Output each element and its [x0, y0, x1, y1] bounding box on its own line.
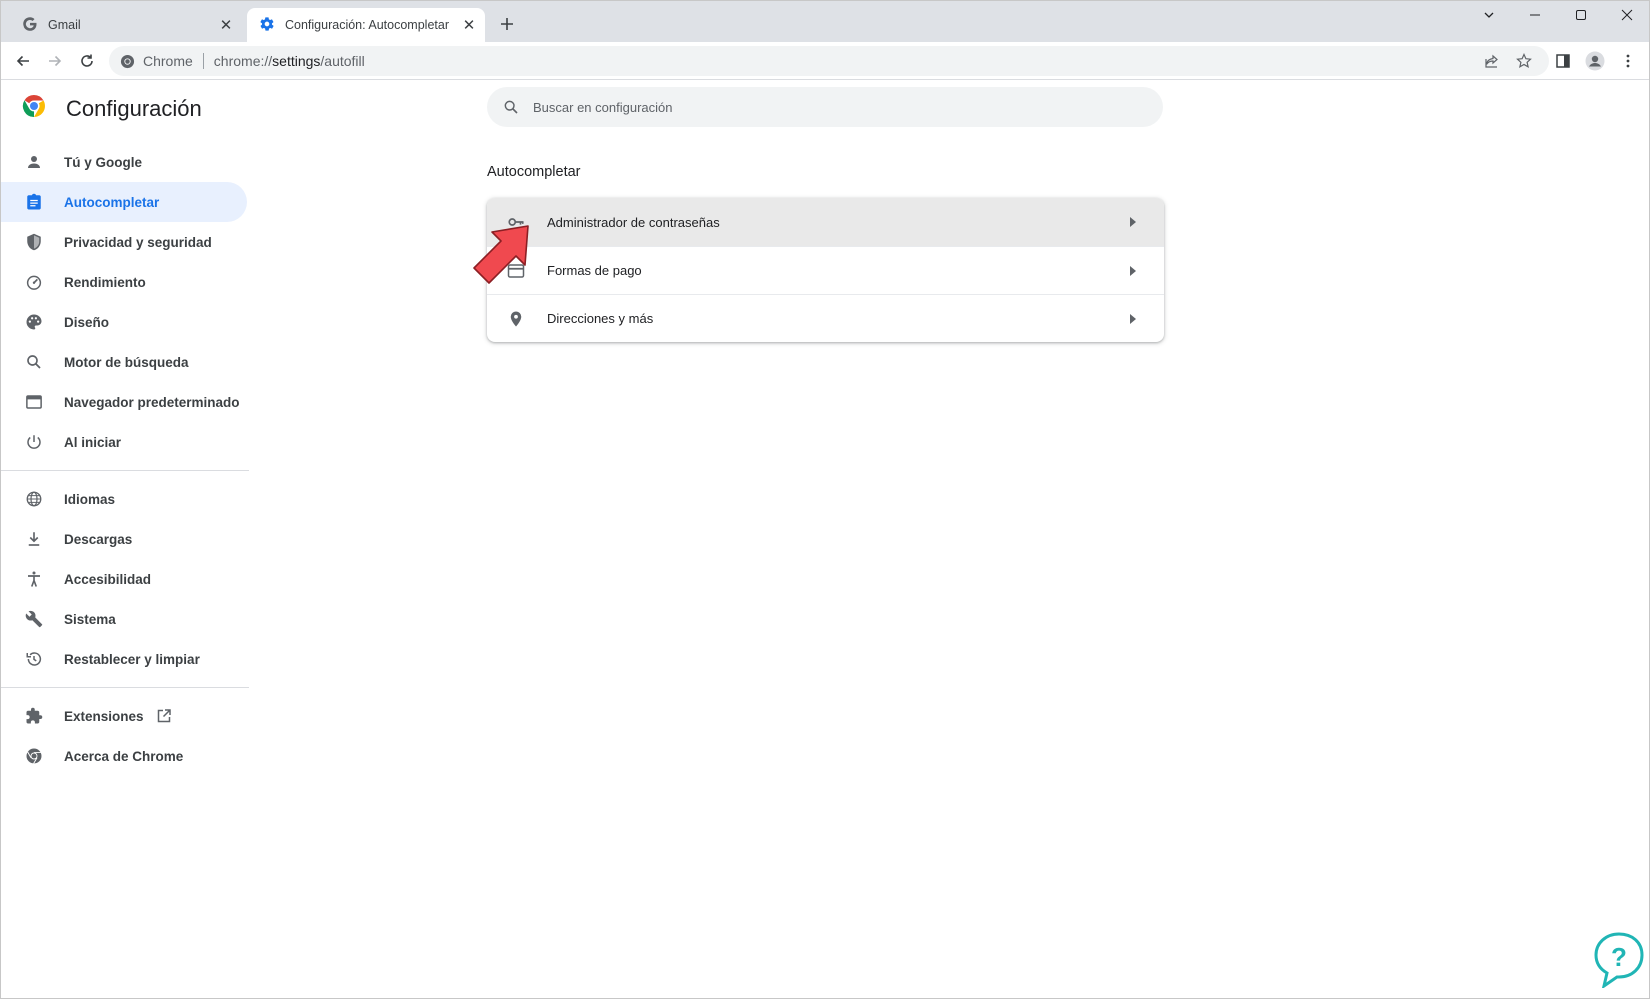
chrome-logo-icon — [22, 94, 46, 123]
accessibility-icon — [24, 569, 44, 589]
tab-title: Gmail — [48, 18, 81, 32]
watermark-logo-icon: ? — [1594, 932, 1644, 993]
arrow-right-icon — [1128, 217, 1138, 227]
tab-strip: Gmail ✕ Configuración: Autocompletar ✕ — [0, 0, 1650, 42]
google-g-icon — [22, 16, 38, 35]
forward-button[interactable] — [40, 46, 70, 76]
tab-gmail[interactable]: Gmail ✕ — [14, 8, 242, 42]
globe-icon — [24, 489, 44, 509]
url-text[interactable]: chrome://settings/autofill — [214, 53, 365, 69]
sidebar-item-search-engine[interactable]: Motor de búsqueda — [0, 342, 247, 382]
sidebar-item-label: Sistema — [64, 611, 116, 627]
chrome-icon — [24, 746, 44, 766]
sidebar-item-privacy[interactable]: Privacidad y seguridad — [0, 222, 247, 262]
sidebar-item-label: Idiomas — [64, 491, 116, 507]
row-label: Formas de pago — [547, 263, 642, 278]
page-title: Configuración — [66, 95, 202, 121]
sidebar-item-autofill[interactable]: Autocompletar — [0, 182, 247, 222]
tab-search-chevron-icon[interactable] — [1469, 4, 1509, 26]
sidebar-item-performance[interactable]: Rendimiento — [0, 262, 247, 302]
sidebar-item-label: Accesibilidad — [64, 571, 152, 587]
arrow-right-icon — [1128, 265, 1138, 276]
row-label: Direcciones y más — [547, 311, 654, 326]
open-in-new-icon — [156, 708, 172, 724]
settings-search-box[interactable] — [487, 87, 1163, 127]
sidebar-item-label: Descargas — [64, 531, 133, 547]
back-button[interactable] — [8, 46, 38, 76]
more-menu-icon[interactable] — [1614, 47, 1642, 75]
reload-button[interactable] — [72, 46, 102, 76]
restore-icon — [24, 649, 44, 669]
sidebar-item-system[interactable]: Sistema — [0, 599, 247, 639]
settings-gear-icon — [259, 16, 275, 35]
address-bar[interactable]: Chrome chrome://settings/autofill — [109, 46, 1549, 76]
wrench-icon — [24, 609, 44, 629]
sidebar-item-label: Autocompletar — [64, 194, 160, 210]
sidebar-item-you-and-google[interactable]: Tú y Google — [0, 142, 247, 182]
new-tab-button[interactable] — [496, 13, 518, 35]
svg-text:?: ? — [1611, 942, 1627, 972]
browser-toolbar: Chrome chrome://settings/autofill — [0, 42, 1650, 80]
autofill-card: Administrador de contraseñas Formas de p… — [487, 198, 1164, 342]
profile-avatar-icon[interactable] — [1581, 47, 1609, 75]
sidebar-item-downloads[interactable]: Descargas — [0, 519, 247, 559]
minimize-button[interactable] — [1515, 4, 1555, 26]
sidebar-divider — [0, 470, 249, 471]
sidebar-item-label: Acerca de Chrome — [64, 748, 184, 764]
settings-sidebar: Tú y Google Autocompletar Privacidad y s… — [0, 142, 249, 776]
person-icon — [24, 152, 44, 172]
sidebar-item-appearance[interactable]: Diseño — [0, 302, 247, 342]
sidebar-item-on-startup[interactable]: Al iniciar — [0, 422, 247, 462]
sidebar-item-extensions[interactable]: Extensiones — [0, 696, 247, 736]
sidebar-item-label: Restablecer y limpiar — [64, 651, 200, 667]
sidebar-item-reset[interactable]: Restablecer y limpiar — [0, 639, 247, 679]
close-window-button[interactable] — [1607, 4, 1647, 26]
sidebar-item-label: Al iniciar — [64, 434, 122, 450]
bookmark-star-icon[interactable] — [1510, 47, 1538, 75]
shield-icon — [24, 232, 44, 252]
row-label: Administrador de contraseñas — [547, 214, 720, 230]
chrome-icon — [119, 53, 135, 69]
sidebar-item-label: Tú y Google — [64, 154, 143, 170]
omnibox-divider — [202, 53, 204, 69]
search-icon — [24, 352, 44, 372]
clipboard-icon — [24, 192, 44, 212]
tab-settings-autofill[interactable]: Configuración: Autocompletar ✕ — [247, 8, 485, 42]
sidebar-item-default-browser[interactable]: Navegador predeterminado — [0, 382, 247, 422]
sidebar-item-label: Rendimiento — [64, 274, 146, 290]
share-icon[interactable] — [1478, 47, 1506, 75]
sidebar-item-label: Extensiones — [64, 708, 144, 724]
download-icon — [24, 529, 44, 549]
sidebar-item-languages[interactable]: Idiomas — [0, 479, 247, 519]
search-icon — [501, 97, 521, 117]
location-pin-icon — [506, 309, 526, 329]
side-panel-icon[interactable] — [1549, 47, 1577, 75]
tab-title: Configuración: Autocompletar — [285, 18, 449, 32]
sidebar-item-label: Diseño — [64, 314, 110, 330]
sidebar-divider — [0, 687, 249, 688]
sidebar-item-label: Motor de búsqueda — [64, 354, 189, 370]
row-payment-methods[interactable]: Formas de pago — [487, 246, 1164, 294]
palette-icon — [24, 312, 44, 332]
power-icon — [24, 432, 44, 452]
sidebar-item-label: Privacidad y seguridad — [64, 234, 212, 250]
sidebar-item-label: Navegador predeterminado — [64, 394, 240, 410]
row-password-manager[interactable]: Administrador de contraseñas — [487, 198, 1164, 246]
row-addresses[interactable]: Direcciones y más — [487, 294, 1164, 342]
tab-close-icon[interactable]: ✕ — [216, 15, 236, 35]
puzzle-icon — [24, 706, 44, 726]
settings-header: Configuración — [22, 94, 202, 123]
maximize-button[interactable] — [1561, 4, 1601, 26]
sidebar-item-accessibility[interactable]: Accesibilidad — [0, 559, 247, 599]
arrow-right-icon — [1128, 313, 1138, 324]
site-chip: Chrome — [143, 53, 193, 69]
search-input[interactable] — [533, 99, 1093, 115]
speedometer-icon — [24, 272, 44, 292]
section-title: Autocompletar — [487, 164, 581, 180]
annotation-arrow-icon — [470, 224, 530, 291]
tab-close-icon[interactable]: ✕ — [459, 15, 479, 35]
sidebar-item-about-chrome[interactable]: Acerca de Chrome — [0, 736, 247, 776]
browser-window-icon — [24, 392, 44, 412]
